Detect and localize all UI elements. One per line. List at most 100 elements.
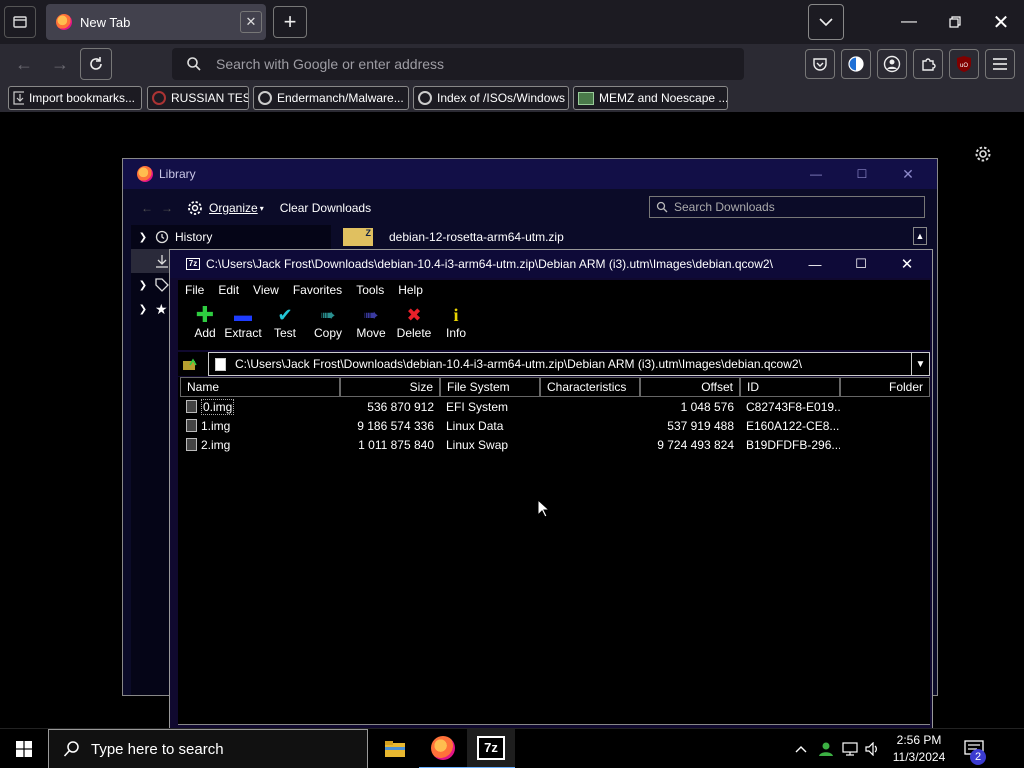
path-dropdown-button[interactable]: ▼: [911, 353, 929, 375]
column-header-size[interactable]: Size: [340, 377, 440, 397]
move-button[interactable]: ➠ Move: [348, 304, 394, 346]
tab-overflow-button[interactable]: [808, 4, 844, 40]
7zip-minimize-button[interactable]: —: [792, 250, 838, 278]
bookmark-label: Index of /ISOs/Windows: [437, 91, 566, 105]
toolbar-label: Info: [445, 326, 466, 340]
restore-button[interactable]: [932, 0, 978, 44]
table-row[interactable]: 0.img: [180, 397, 340, 416]
globe-icon: [418, 91, 432, 105]
extract-button[interactable]: ▬ Extract: [218, 304, 268, 346]
clear-downloads-button[interactable]: Clear Downloads: [280, 201, 371, 215]
address-bar[interactable]: Search with Google or enter address: [172, 48, 744, 80]
test-button[interactable]: ✔ Test: [262, 304, 308, 346]
file-system: EFI System: [446, 399, 509, 414]
tray-user-icon-button[interactable]: [814, 729, 838, 768]
test-check-icon: ✔: [277, 305, 293, 325]
column-header-folder[interactable]: Folder: [840, 377, 930, 397]
close-icon: ✕: [992, 11, 1010, 34]
firefox-icon: [56, 14, 72, 30]
windows-taskbar: Type here to search 7z 2:56 PM 11/3/2024…: [0, 728, 1024, 768]
extensions-button[interactable]: [913, 49, 943, 79]
file-icon: [186, 419, 197, 432]
folder-up-icon[interactable]: [182, 356, 198, 372]
chevron-down-icon: ▼: [915, 358, 926, 370]
extension-globe-icon: [848, 56, 864, 72]
bookmark-isos[interactable]: Index of /ISOs/Windows: [413, 86, 569, 110]
show-hidden-icons-button[interactable]: [790, 729, 812, 768]
7zip-close-button[interactable]: ✕: [884, 250, 930, 278]
memz-favicon-icon: [578, 91, 594, 105]
new-tab-button[interactable]: +: [273, 6, 307, 38]
tab-new-tab[interactable]: New Tab ✕: [46, 4, 266, 40]
taskbar-search-box[interactable]: Type here to search: [48, 729, 368, 768]
mouse-cursor-icon: [537, 499, 551, 518]
toolbar-label: Copy: [313, 326, 342, 340]
sidebar-item-history[interactable]: ❯ History: [131, 225, 331, 249]
pocket-button[interactable]: [805, 49, 835, 79]
library-minimize-button[interactable]: —: [793, 159, 839, 189]
column-header-name[interactable]: Name: [180, 377, 340, 397]
file-name: 0.img: [201, 398, 235, 415]
file-icon: [215, 358, 226, 371]
gear-icon[interactable]: [974, 145, 992, 163]
minimize-button[interactable]: —: [886, 0, 932, 44]
close-window-button[interactable]: ✕: [978, 0, 1024, 44]
copy-button[interactable]: ➠ Copy: [305, 304, 351, 346]
file-size: 536 870 912: [367, 399, 434, 414]
bookmark-endermanch[interactable]: Endermanch/Malware...: [253, 86, 409, 110]
taskbar-firefox[interactable]: [419, 729, 467, 768]
tray-volume-button[interactable]: [862, 729, 884, 768]
organize-button[interactable]: Organize ▾: [187, 200, 264, 216]
account-button[interactable]: [877, 49, 907, 79]
address-placeholder: Search with Google or enter address: [216, 56, 445, 72]
forward-button[interactable]: →: [44, 48, 76, 80]
taskbar-file-explorer[interactable]: [371, 729, 419, 768]
start-button[interactable]: [0, 729, 48, 768]
account-icon: [883, 55, 901, 73]
menu-favorites[interactable]: Favorites: [286, 283, 349, 297]
7zip-maximize-button[interactable]: ☐: [838, 250, 884, 278]
delete-x-icon: ✖: [406, 305, 422, 325]
column-header-id[interactable]: ID: [740, 377, 840, 397]
menu-edit[interactable]: Edit: [211, 283, 246, 297]
close-tab-button[interactable]: ✕: [240, 11, 262, 33]
close-icon: ✕: [900, 256, 914, 273]
taskbar-7zip[interactable]: 7z: [467, 729, 515, 768]
menu-view[interactable]: View: [246, 283, 286, 297]
tray-network-button[interactable]: [838, 729, 862, 768]
library-close-button[interactable]: ✕: [885, 159, 931, 189]
library-maximize-button[interactable]: ☐: [839, 159, 885, 189]
notification-center-button[interactable]: 2: [954, 729, 994, 768]
back-button[interactable]: ←: [8, 48, 40, 80]
menu-file[interactable]: File: [178, 283, 211, 297]
column-header-file-system[interactable]: File System: [440, 377, 540, 397]
delete-button[interactable]: ✖ Delete: [391, 304, 437, 346]
column-header-characteristics[interactable]: Characteristics: [540, 377, 640, 397]
ublock-button[interactable]: uO: [949, 49, 979, 79]
file-size: 9 186 574 336: [357, 418, 434, 433]
download-list-item[interactable]: Z debian-12-rosetta-arm64-utm.zip: [331, 225, 929, 249]
7zip-file-list: Name Size File System Characteristics Of…: [178, 377, 930, 724]
library-back-button[interactable]: ←: [141, 201, 153, 215]
taskbar-clock[interactable]: 2:56 PM 11/3/2024: [886, 729, 952, 768]
reload-button[interactable]: [80, 48, 112, 80]
table-row[interactable]: 1.img: [180, 416, 340, 435]
column-header-offset[interactable]: Offset: [640, 377, 740, 397]
menu-help[interactable]: Help: [391, 283, 430, 297]
toolbar-label: Delete: [396, 326, 432, 340]
search-downloads-input[interactable]: Search Downloads: [649, 196, 925, 218]
7zip-path-field[interactable]: C:\Users\Jack Frost\Downloads\debian-10.…: [208, 352, 930, 376]
file-icon: [186, 400, 197, 413]
app-menu-button[interactable]: [985, 49, 1015, 79]
library-forward-button[interactable]: →: [161, 201, 173, 215]
file-id: B19DFDFB-296...: [746, 437, 840, 452]
bookmark-import[interactable]: Import bookmarks...: [8, 86, 142, 110]
menu-tools[interactable]: Tools: [349, 283, 391, 297]
bookmark-russian-test[interactable]: RUSSIAN TEST: [147, 86, 249, 110]
extension-button[interactable]: [841, 49, 871, 79]
scroll-up-button[interactable]: ▲: [913, 227, 927, 245]
bookmark-memz[interactable]: MEMZ and Noescape ...: [573, 86, 728, 110]
list-all-tabs-button[interactable]: [4, 6, 36, 38]
table-row[interactable]: 2.img: [180, 435, 340, 454]
info-button[interactable]: i Info: [433, 304, 479, 346]
